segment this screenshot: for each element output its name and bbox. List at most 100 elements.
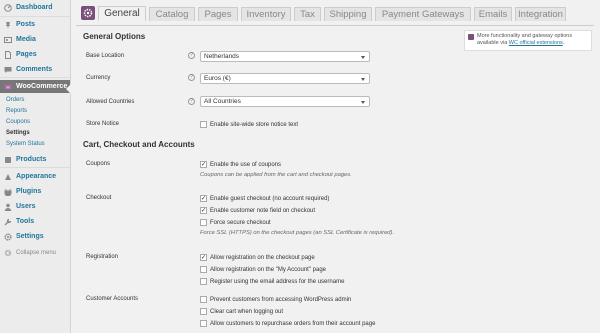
checkbox[interactable]: ✓ (200, 161, 207, 168)
menu-settings[interactable]: Settings (0, 230, 70, 243)
checkbox[interactable] (200, 320, 207, 327)
menu-media-label: Media (16, 36, 36, 43)
menu-comments-label: Comments (16, 66, 53, 73)
registration-my-account-checkbox[interactable]: Allow registration on the "My Account" p… (200, 265, 326, 274)
menu-plugins-label: Plugins (16, 188, 42, 195)
menu-pages-label: Pages (16, 51, 37, 58)
collapse-menu-button[interactable]: Collapse menu (0, 246, 70, 259)
menu-media[interactable]: Media (0, 33, 70, 46)
allowed-countries-label: Allowed Countries (86, 99, 135, 105)
customer-note-text: Enable customer note field on checkout (210, 207, 316, 214)
tab-catalog[interactable]: Catalog (149, 7, 195, 21)
extensions-notice: More functionality and gateway options a… (464, 30, 592, 51)
tab-general[interactable]: General (98, 6, 146, 21)
registration-checkout-text: Allow registration on the checkout page (210, 254, 315, 261)
menu-users[interactable]: Users (0, 200, 70, 213)
menu-pages[interactable]: Pages (0, 48, 70, 61)
coupons-checkbox[interactable]: ✓ Enable the use of coupons (200, 160, 281, 169)
clear-cart-logout-text: Clear cart when logging out (210, 308, 284, 315)
repurchase-orders-text: Allow customers to repurchase orders fro… (210, 320, 376, 327)
section-heading-general: General Options (83, 32, 146, 41)
menu-dashboard-label: Dashboard (16, 4, 53, 11)
registration-checkout-checkbox[interactable]: ✓ Allow registration on the checkout pag… (200, 253, 315, 262)
woocommerce-settings-icon (81, 6, 95, 20)
menu-dashboard[interactable]: Dashboard (0, 1, 70, 14)
coupons-description: Coupons can be applied from the cart and… (200, 172, 352, 178)
woocommerce-notice-icon (468, 34, 474, 40)
guest-checkout-checkbox[interactable]: ✓ Enable guest checkout (no account requ… (200, 194, 329, 203)
tab-pages[interactable]: Pages (198, 7, 238, 21)
guest-checkout-text: Enable guest checkout (no account requir… (210, 195, 330, 202)
admin-sidebar: Dashboard Posts Media Pages Comments W W… (0, 0, 71, 333)
menu-separator (0, 167, 70, 168)
submenu-system-status[interactable]: System Status (6, 141, 45, 147)
force-secure-text: Force secure checkout (210, 219, 271, 226)
tab-tax[interactable]: Tax (294, 7, 321, 21)
menu-posts[interactable]: Posts (0, 18, 70, 31)
appearance-icon (4, 173, 12, 181)
tab-inventory[interactable]: Inventory (241, 7, 291, 21)
currency-select[interactable]: Euros (€) (200, 73, 370, 84)
submenu-coupons[interactable]: Coupons (6, 119, 30, 125)
checkbox[interactable] (200, 266, 207, 273)
woocommerce-icon: W (4, 83, 12, 91)
menu-posts-label: Posts (16, 21, 36, 28)
tab-integration[interactable]: Integration (515, 7, 566, 21)
menu-appearance-label: Appearance (16, 173, 57, 180)
force-secure-checkbox[interactable]: Force secure checkout (200, 218, 271, 227)
tab-payment-gateways[interactable]: Payment Gateways (375, 7, 471, 21)
users-icon (4, 203, 12, 211)
repurchase-orders-checkbox[interactable]: Allow customers to repurchase orders fro… (200, 319, 375, 328)
comment-icon (4, 66, 12, 74)
submenu-settings[interactable]: Settings (6, 130, 30, 136)
menu-woocommerce-label: WooCommerce (16, 83, 68, 90)
tab-shipping[interactable]: Shipping (324, 7, 372, 21)
allowed-countries-select[interactable]: All Countries (200, 96, 370, 107)
register-email-username-checkbox[interactable]: Register using the email address for the… (200, 277, 344, 286)
settings-icon (4, 232, 12, 241)
checkbox[interactable] (200, 219, 207, 226)
tab-emails[interactable]: Emails (474, 7, 512, 21)
submenu-orders[interactable]: Orders (6, 97, 24, 103)
menu-plugins[interactable]: Plugins (0, 185, 70, 198)
menu-tools[interactable]: Tools (0, 215, 70, 228)
checkbox[interactable] (200, 278, 207, 285)
store-notice-checkbox[interactable]: Enable site-wide store notice text (200, 120, 298, 129)
checkbox[interactable]: ✓ (200, 207, 207, 214)
registration-my-account-text: Allow registration on the "My Account" p… (210, 266, 326, 273)
menu-products[interactable]: Products (0, 153, 70, 166)
help-icon[interactable]: ? (188, 74, 195, 81)
base-location-select[interactable]: Netherlands (200, 51, 370, 62)
store-notice-label: Store Notice (86, 121, 120, 127)
chevron-down-icon (361, 78, 365, 81)
checkbox[interactable] (200, 296, 207, 303)
checkout-label: Checkout (86, 195, 112, 201)
checkbox[interactable]: ✓ (200, 254, 207, 261)
checkbox[interactable] (200, 308, 207, 315)
menu-products-label: Products (16, 156, 47, 163)
extensions-link[interactable]: WC official extensions (509, 40, 563, 46)
help-icon[interactable]: ? (188, 52, 195, 59)
dashboard-icon (4, 3, 12, 12)
menu-separator (0, 77, 70, 78)
register-email-username-text: Register using the email address for the… (210, 278, 345, 285)
customer-note-checkbox[interactable]: ✓ Enable customer note field on checkout (200, 206, 315, 215)
force-ssl-description: Force SSL (HTTPS) on the checkout pages … (200, 230, 395, 236)
collapse-icon (4, 249, 12, 257)
prevent-admin-access-checkbox[interactable]: Prevent customers from accessing WordPre… (200, 295, 351, 304)
menu-appearance[interactable]: Appearance (0, 170, 70, 183)
chevron-down-icon (361, 101, 365, 104)
help-icon[interactable]: ? (188, 98, 195, 105)
currency-value: Euros (€) (204, 75, 231, 82)
registration-label: Registration (86, 254, 119, 260)
submenu-reports[interactable]: Reports (6, 108, 27, 114)
svg-text:W: W (6, 85, 10, 89)
checkbox[interactable] (200, 121, 207, 128)
menu-comments[interactable]: Comments (0, 63, 70, 76)
checkbox[interactable]: ✓ (200, 195, 207, 202)
menu-settings-label: Settings (16, 233, 44, 240)
currency-label: Currency (86, 75, 111, 81)
clear-cart-logout-checkbox[interactable]: Clear cart when logging out (200, 307, 283, 316)
menu-woocommerce[interactable]: W WooCommerce (0, 80, 70, 93)
tools-icon (4, 218, 12, 226)
